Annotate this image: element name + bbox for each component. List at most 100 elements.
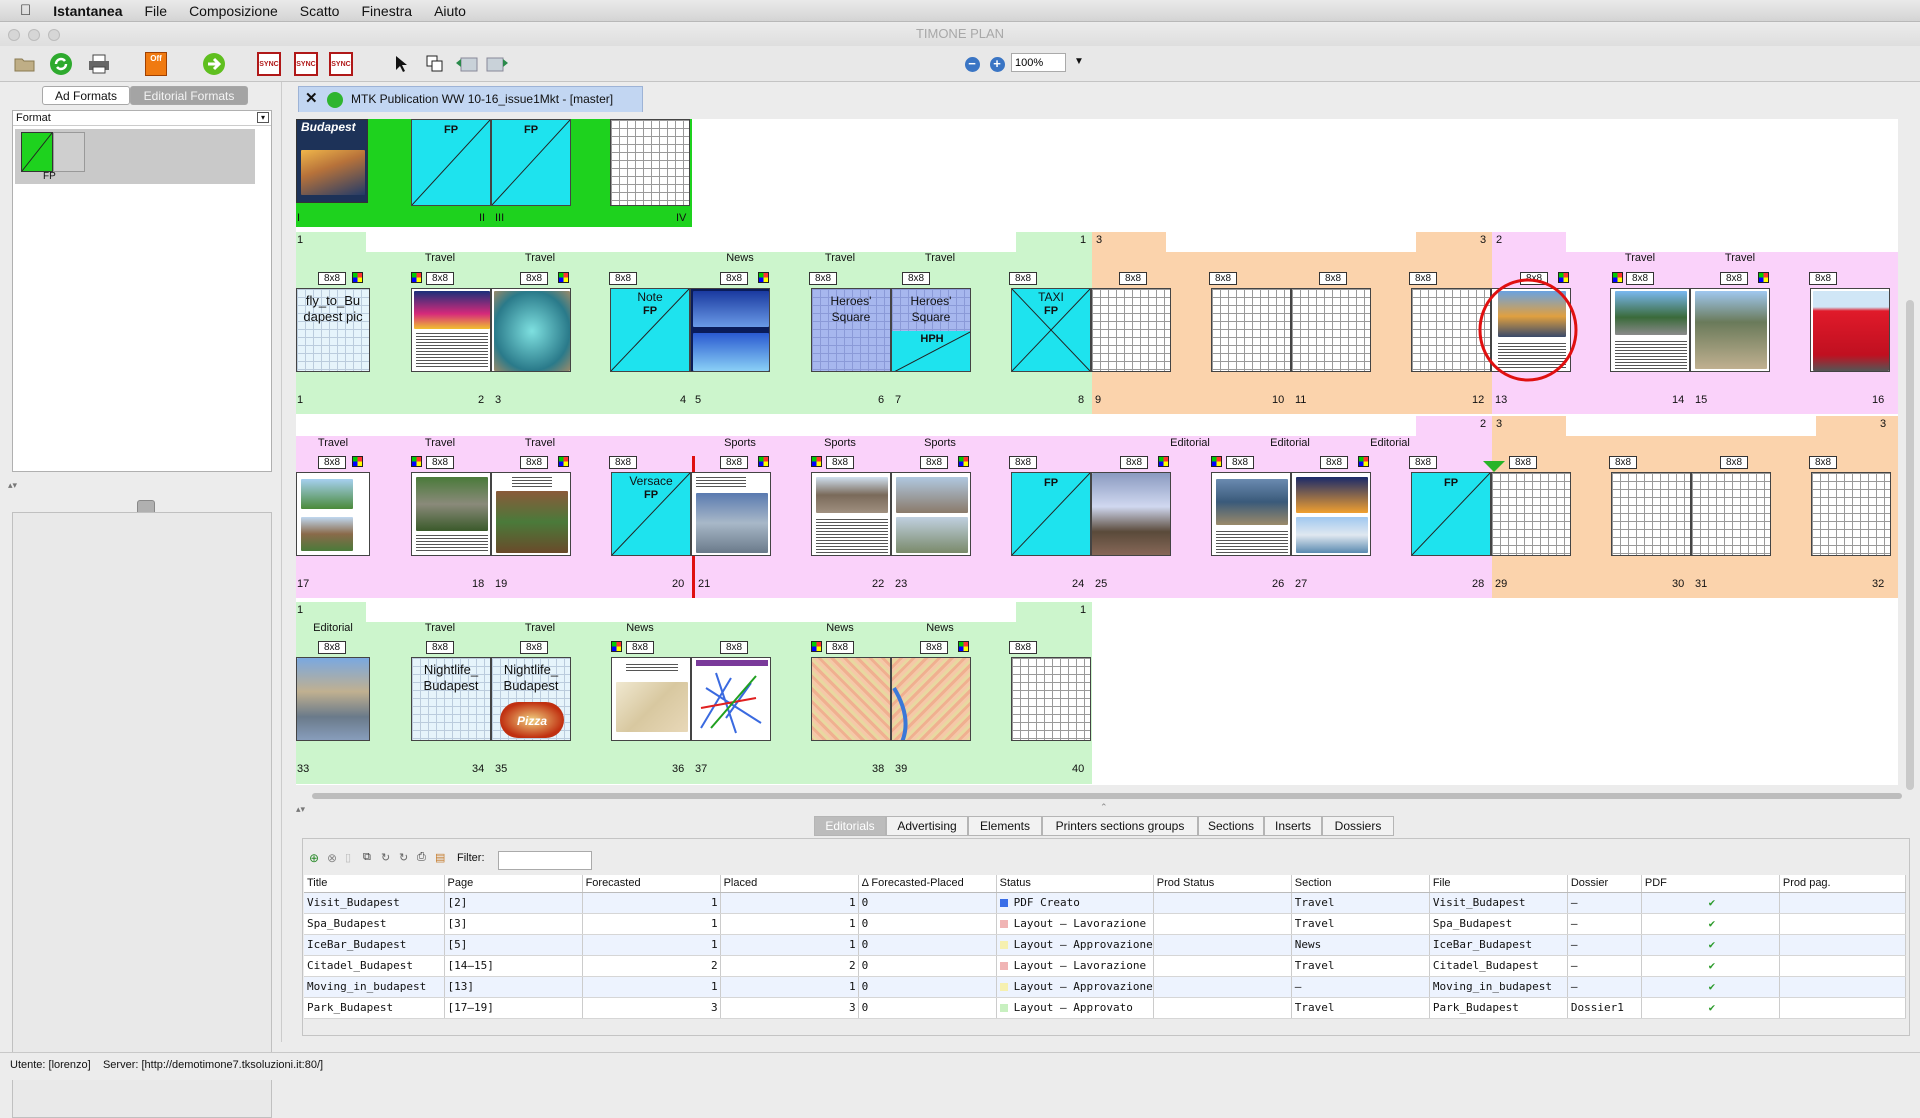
page-7-heroes-square[interactable]: Heroes' Square HPH <box>891 288 971 372</box>
menu-composizione[interactable]: Composizione <box>189 3 278 19</box>
tab-ad-formats[interactable]: Ad Formats <box>42 86 130 105</box>
col-title[interactable]: Title <box>304 875 445 893</box>
tab-elements[interactable]: Elements <box>968 816 1042 836</box>
tab-editorials[interactable]: Editorials <box>814 816 886 836</box>
col-forecasted[interactable]: Forecasted <box>582 875 721 893</box>
print-small-icon[interactable]: ⎙ <box>417 851 431 865</box>
page-26-editorial[interactable] <box>1211 472 1291 556</box>
page-8-taxi-fp[interactable]: TAXI FP <box>1011 288 1091 372</box>
page-34-nightlife[interactable]: Nightlife_ Budapest <box>411 657 491 741</box>
col-page[interactable]: Page <box>444 875 583 893</box>
zoom-level-field[interactable] <box>1011 53 1066 72</box>
page-iii-fp[interactable]: FP <box>491 119 571 206</box>
add-icon[interactable]: ⊕ <box>309 851 323 865</box>
cover-page-image[interactable]: Budapest <box>296 119 368 203</box>
page-28-fp[interactable]: FP <box>1411 472 1491 556</box>
page-11-grid[interactable] <box>1291 288 1371 372</box>
page-27-editorial[interactable] <box>1291 472 1371 556</box>
page-2-spread-left[interactable] <box>411 288 491 372</box>
page-9-grid[interactable] <box>1091 288 1171 372</box>
table-row[interactable]: Citadel_Budapest [14–15] 2 2 0 Layout – Lavor… <box>304 955 1907 977</box>
page-37-metro-map[interactable] <box>691 657 771 741</box>
page-18-statue[interactable] <box>411 472 491 556</box>
flatplan-canvas[interactable]: Budapest FP FP I II III IV 1 1 3 3 2 Tra… <box>296 119 1898 785</box>
col-file[interactable]: File <box>1429 875 1568 893</box>
page-19-park[interactable] <box>491 472 571 556</box>
filter-input[interactable] <box>498 851 592 870</box>
menu-aiuto[interactable]: Aiuto <box>434 3 466 19</box>
page-39-city-map[interactable] <box>891 657 971 741</box>
page-30-grid[interactable] <box>1611 472 1691 556</box>
document-icon[interactable]: ▯ <box>345 851 359 865</box>
tab-sections[interactable]: Sections <box>1198 816 1264 836</box>
page-31-grid[interactable] <box>1691 472 1771 556</box>
zoom-window-button[interactable] <box>48 29 60 41</box>
zoom-in-icon[interactable]: + <box>989 56 1005 72</box>
open-folder-icon[interactable] <box>12 51 38 77</box>
link-icon[interactable]: ⧉ <box>363 851 377 865</box>
page-6-heroes-square[interactable]: Heroes' Square <box>811 288 891 372</box>
duplicate-tool-icon[interactable] <box>422 51 448 77</box>
sync-left-icon[interactable]: SYNC <box>256 51 282 77</box>
tab-inserts[interactable]: Inserts <box>1264 816 1322 836</box>
page-35-nightlife[interactable]: Nightlife_ Budapest Pizza <box>491 657 571 741</box>
menu-finestra[interactable]: Finestra <box>361 3 412 19</box>
page-32-grid[interactable] <box>1811 472 1891 556</box>
table-row[interactable]: Spa_Budapest [3] 1 1 0 Layout – Lavorazione Tr… <box>304 913 1907 935</box>
splitter-arrows-icon[interactable]: ▴▾ <box>8 480 17 491</box>
splitter-handle[interactable]: ⌃ <box>1100 802 1108 813</box>
sync-right-icon[interactable]: SYNC <box>328 51 354 77</box>
table-row[interactable]: IceBar_Budapest [5] 1 1 0 Layout – Approvazio… <box>304 934 1907 956</box>
splitter-arrows-icon[interactable]: ▴▾ <box>296 804 305 815</box>
col-prod-status[interactable]: Prod Status <box>1153 875 1292 893</box>
remove-icon[interactable]: ⊗ <box>327 851 341 865</box>
menu-app-name[interactable]: Istantanea <box>53 3 122 19</box>
apple-icon[interactable]:  <box>20 2 31 19</box>
vertical-scrollbar[interactable] <box>1906 300 1914 790</box>
move-left-pages-icon[interactable] <box>454 51 480 77</box>
document-tab[interactable]: ✕ MTK Publication WW 10-16_issue1Mkt - [… <box>298 86 643 112</box>
refresh-small-icon[interactable]: ↻ <box>381 851 395 865</box>
page-ii-fp[interactable]: FP <box>411 119 491 206</box>
page-33-editorial[interactable] <box>296 657 370 741</box>
panel-divider[interactable] <box>281 82 287 1042</box>
pointer-tool-icon[interactable] <box>388 51 414 77</box>
tab-dossiers[interactable]: Dossiers <box>1322 816 1394 836</box>
refresh-alt-icon[interactable]: ↻ <box>399 851 413 865</box>
page-21-sports[interactable] <box>691 472 771 556</box>
tab-printers-sections-groups[interactable]: Printers sections groups <box>1042 816 1198 836</box>
refresh-icon[interactable] <box>48 51 74 77</box>
page-24-fp[interactable]: FP <box>1011 472 1091 556</box>
horizontal-scrollbar[interactable] <box>312 793 1902 799</box>
minimize-window-button[interactable] <box>28 29 40 41</box>
format-item-fp[interactable]: FP <box>15 129 255 184</box>
page-29-grid[interactable] <box>1491 472 1571 556</box>
col-prod-pag[interactable]: Prod pag. <box>1779 875 1907 893</box>
column-chooser-icon[interactable]: ▾ <box>257 112 269 123</box>
col-dossier[interactable]: Dossier <box>1567 875 1642 893</box>
page-5-icebar[interactable] <box>690 288 770 372</box>
menu-file[interactable]: File <box>145 3 168 19</box>
table-row[interactable]: Moving_in_budapest [13] 1 1 0 Layout – Approv… <box>304 976 1907 998</box>
table-row[interactable]: Visit_Budapest [2] 1 1 0 PDF Creato Travel Visi… <box>304 892 1907 914</box>
page-10-grid[interactable] <box>1211 288 1291 372</box>
tab-advertising[interactable]: Advertising <box>886 816 968 836</box>
sync-center-icon[interactable]: SYNC <box>293 51 319 77</box>
col-status[interactable]: Status <box>996 875 1154 893</box>
close-tab-icon[interactable]: ✕ <box>305 87 318 111</box>
zoom-dropdown-chevron-icon[interactable]: ▼ <box>1074 56 1084 67</box>
go-forward-icon[interactable] <box>201 51 227 77</box>
col-section[interactable]: Section <box>1291 875 1430 893</box>
page-23-sports[interactable] <box>891 472 971 556</box>
close-window-button[interactable] <box>8 29 20 41</box>
print-icon[interactable] <box>86 51 112 77</box>
move-right-pages-icon[interactable] <box>484 51 510 77</box>
page-36-map[interactable] <box>611 657 691 741</box>
page-3-spa[interactable] <box>491 288 571 372</box>
page-4-fp[interactable]: Note FP <box>610 288 690 372</box>
page-20-versace-fp[interactable]: Versace FP <box>611 472 691 556</box>
page-17-park[interactable] <box>296 472 370 556</box>
table-row[interactable]: Park_Budapest [17–19] 3 3 0 Layout – Approvat… <box>304 997 1907 1019</box>
zoom-out-icon[interactable]: − <box>964 56 980 72</box>
page-25-editorial[interactable] <box>1091 472 1171 556</box>
